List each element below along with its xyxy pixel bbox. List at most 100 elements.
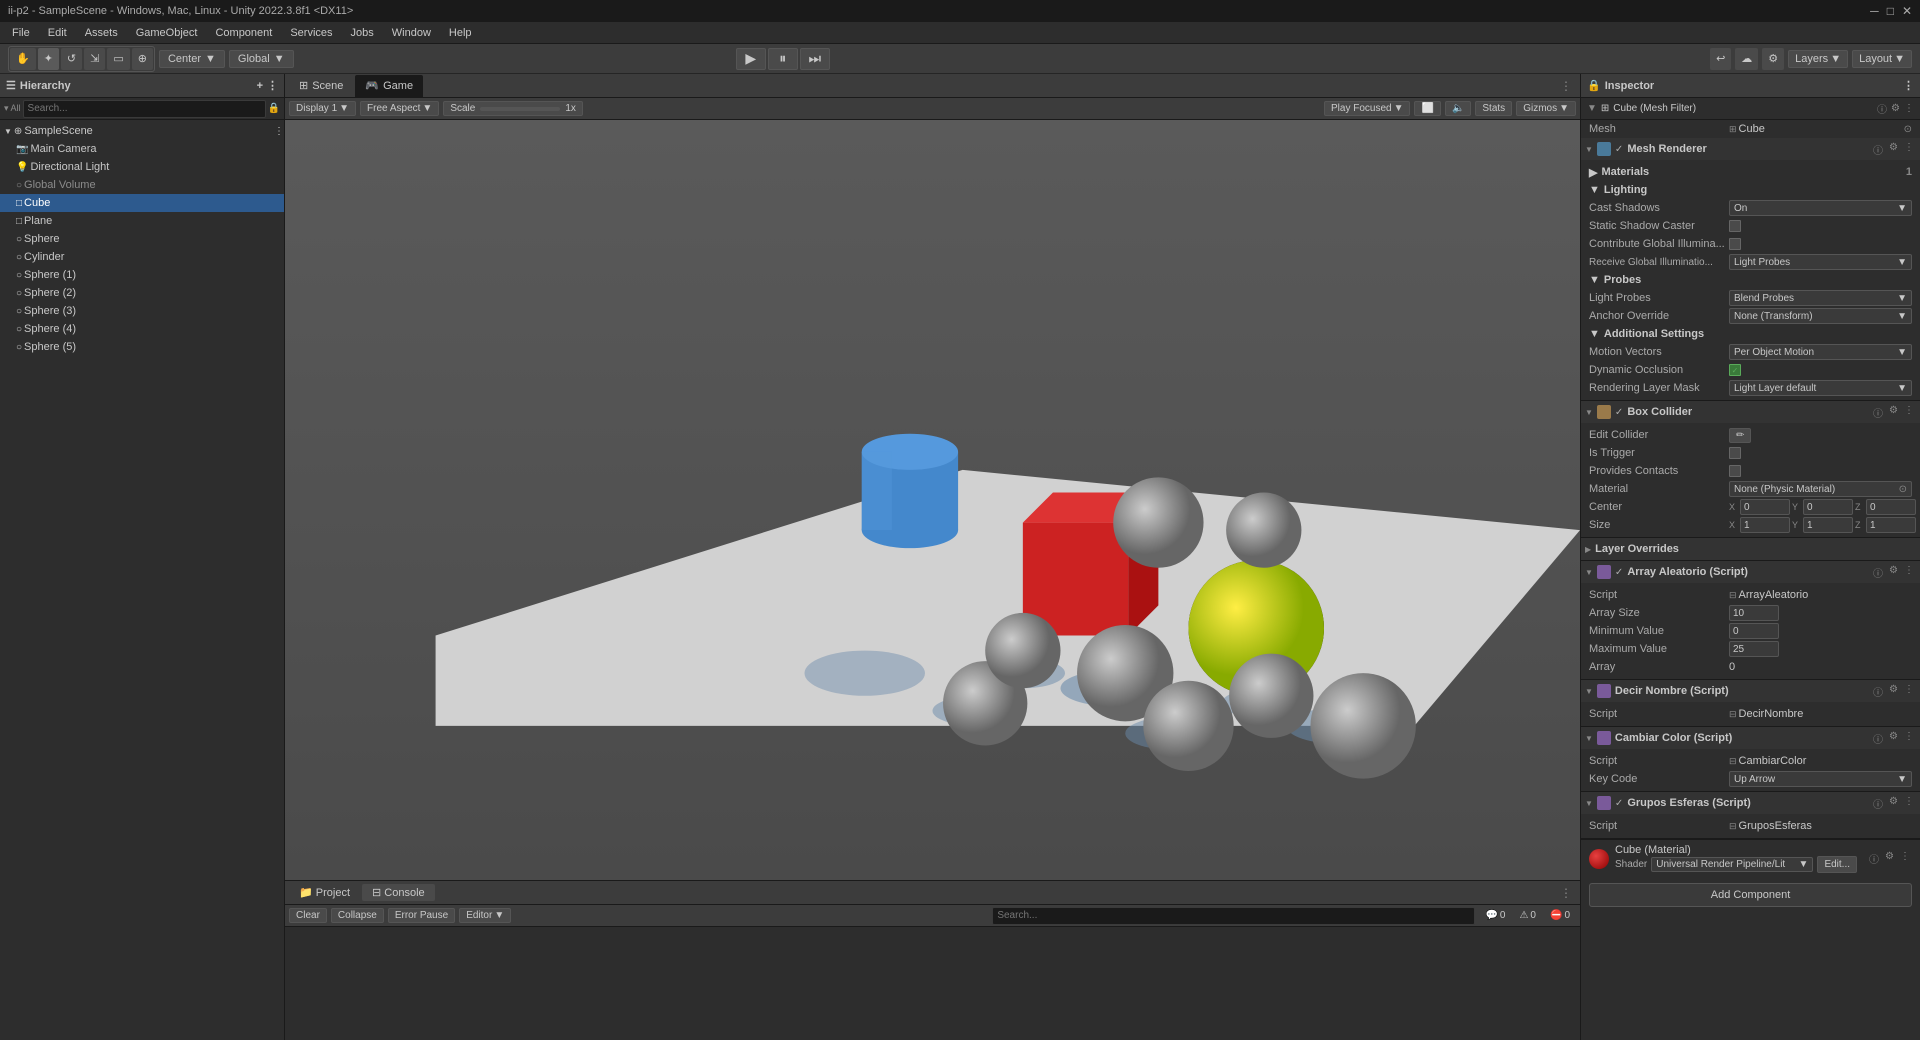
is-trigger-checkbox[interactable] (1729, 447, 1741, 459)
receive-gi-dropdown[interactable]: Light Probes ▼ (1729, 254, 1912, 270)
multi-tool[interactable]: ⊕ (132, 48, 153, 70)
cambiar-color-info-btn[interactable]: ⓘ (1871, 731, 1885, 746)
hierarchy-item-cylinder[interactable]: ○ Cylinder (0, 248, 284, 266)
key-code-dropdown[interactable]: Up Arrow ▼ (1729, 771, 1912, 787)
hierarchy-item-global-volume[interactable]: ○ Global Volume (0, 176, 284, 194)
motion-vectors-dropdown[interactable]: Per Object Motion ▼ (1729, 344, 1912, 360)
mesh-filter-more-icon[interactable]: ⋮ (1904, 103, 1914, 114)
mesh-renderer-header[interactable]: ▼ ✓ Mesh Renderer ⓘ ⚙ ⋮ (1581, 138, 1920, 160)
probes-section[interactable]: ▼ Probes (1581, 271, 1920, 289)
cambiar-color-settings-btn[interactable]: ⚙ (1887, 731, 1900, 746)
menu-help[interactable]: Help (441, 25, 480, 41)
mesh-renderer-settings-btn[interactable]: ⚙ (1887, 142, 1900, 157)
cloud-btn[interactable]: ☁ (1735, 48, 1758, 70)
hierarchy-item-main-camera[interactable]: 📷 Main Camera (0, 140, 284, 158)
warning-count[interactable]: ⚠ 0 (1513, 909, 1542, 922)
box-collider-info-btn[interactable]: ⓘ (1871, 405, 1885, 420)
material-info-btn[interactable]: ⓘ (1867, 851, 1881, 866)
hierarchy-item-sphere-5[interactable]: ○ Sphere (5) (0, 338, 284, 356)
hierarchy-item-sphere-4[interactable]: ○ Sphere (4) (0, 320, 284, 338)
maximize-btn[interactable]: □ (1887, 4, 1894, 18)
box-collider-more-btn[interactable]: ⋮ (1902, 405, 1916, 420)
array-script-info-btn[interactable]: ⓘ (1871, 565, 1885, 580)
mesh-renderer-more-btn[interactable]: ⋮ (1902, 142, 1916, 157)
grupos-esferas-settings-btn[interactable]: ⚙ (1887, 796, 1900, 811)
size-z-field[interactable]: 1 (1866, 517, 1916, 533)
contribute-gi-checkbox[interactable] (1729, 238, 1741, 250)
close-btn[interactable]: ✕ (1902, 4, 1912, 18)
menu-assets[interactable]: Assets (77, 25, 126, 41)
hierarchy-item-sphere-2[interactable]: ○ Sphere (2) (0, 284, 284, 302)
aspect-dropdown[interactable]: Free Aspect ▼ (360, 101, 439, 116)
grupos-esferas-more-btn[interactable]: ⋮ (1902, 796, 1916, 811)
play-focused-dropdown[interactable]: Play Focused ▼ (1324, 101, 1411, 116)
scene-more-icon[interactable]: ⋮ (274, 126, 284, 137)
console-more-icon[interactable]: ⋮ (1556, 886, 1576, 900)
add-component-button[interactable]: Add Component (1589, 883, 1912, 907)
menu-component[interactable]: Component (207, 25, 280, 41)
editor-dropdown[interactable]: Editor ▼ (459, 908, 511, 923)
clear-button[interactable]: Clear (289, 908, 327, 923)
anchor-override-dropdown[interactable]: None (Transform) ▼ (1729, 308, 1912, 324)
menu-window[interactable]: Window (384, 25, 439, 41)
menu-services[interactable]: Services (282, 25, 340, 41)
view-menu-icon[interactable]: ⋮ (1556, 79, 1576, 93)
scale-slider[interactable] (480, 107, 560, 111)
decir-nombre-info-btn[interactable]: ⓘ (1871, 684, 1885, 699)
message-count[interactable]: 💬 0 (1479, 909, 1511, 922)
maximize-on-play-btn[interactable]: ⬜ (1414, 101, 1440, 116)
dynamic-occlusion-checkbox[interactable]: ✓ (1729, 364, 1741, 376)
cambiar-color-header[interactable]: ▼ Cambiar Color (Script) ⓘ ⚙ ⋮ (1581, 727, 1920, 749)
hierarchy-item-plane[interactable]: □ Plane (0, 212, 284, 230)
move-tool[interactable]: ✦ (38, 48, 59, 70)
menu-edit[interactable]: Edit (40, 25, 75, 41)
provides-contacts-checkbox[interactable] (1729, 465, 1741, 477)
menu-jobs[interactable]: Jobs (343, 25, 382, 41)
cambiar-color-more-btn[interactable]: ⋮ (1902, 731, 1916, 746)
menu-gameobject[interactable]: GameObject (128, 25, 206, 41)
edit-collider-btn[interactable]: ✏ (1729, 428, 1751, 443)
box-collider-settings-btn[interactable]: ⚙ (1887, 405, 1900, 420)
decir-nombre-more-btn[interactable]: ⋮ (1902, 684, 1916, 699)
array-script-header[interactable]: ▼ ✓ Array Aleatorio (Script) ⓘ ⚙ ⋮ (1581, 561, 1920, 583)
decir-nombre-header[interactable]: ▼ Decir Nombre (Script) ⓘ ⚙ ⋮ (1581, 680, 1920, 702)
center-z-field[interactable]: 0 (1866, 499, 1916, 515)
grupos-esferas-header[interactable]: ▼ ✓ Grupos Esferas (Script) ⓘ ⚙ ⋮ (1581, 792, 1920, 814)
light-probes-dropdown[interactable]: Blend Probes ▼ (1729, 290, 1912, 306)
hierarchy-lock-icon[interactable]: 🔒 (268, 103, 280, 114)
size-y-field[interactable]: 1 (1803, 517, 1853, 533)
material-settings-btn[interactable]: ⚙ (1883, 851, 1896, 866)
global-toggle[interactable]: Global ▼ (229, 50, 294, 68)
console-search[interactable] (992, 907, 1475, 925)
gizmos-dropdown[interactable]: Gizmos ▼ (1516, 101, 1576, 116)
hierarchy-add-icon[interactable]: + (257, 80, 263, 92)
scale-control[interactable]: Scale 1x (443, 101, 583, 116)
console-tab[interactable]: ⊟ Console (362, 884, 435, 901)
step-button[interactable]: ⏭ (800, 48, 830, 70)
scale-tool[interactable]: ⇲ (84, 48, 105, 70)
hierarchy-item-cube[interactable]: □ Cube (0, 194, 284, 212)
hierarchy-menu-icon[interactable]: ☰ (6, 79, 16, 92)
hierarchy-item-sphere-1[interactable]: ○ Sphere (1) (0, 266, 284, 284)
hierarchy-item-sphere-3[interactable]: ○ Sphere (3) (0, 302, 284, 320)
hierarchy-search[interactable] (23, 100, 266, 118)
menu-file[interactable]: File (4, 25, 38, 41)
hierarchy-item-samplescene[interactable]: ▼ ⊕ SampleScene ⋮ (0, 122, 284, 140)
hand-tool[interactable]: ✋ (10, 48, 36, 70)
decir-nombre-settings-btn[interactable]: ⚙ (1887, 684, 1900, 699)
display-dropdown[interactable]: Display 1 ▼ (289, 101, 356, 116)
undo-history-btn[interactable]: ↩ (1710, 48, 1731, 70)
layers-dropdown[interactable]: Layers ▼ (1788, 50, 1848, 68)
lighting-section[interactable]: ▼ Lighting (1581, 181, 1920, 199)
size-x-field[interactable]: 1 (1740, 517, 1790, 533)
error-count[interactable]: ⛔ 0 (1544, 909, 1576, 922)
rendering-layer-dropdown[interactable]: Light Layer default ▼ (1729, 380, 1912, 396)
grupos-esferas-info-btn[interactable]: ⓘ (1871, 796, 1885, 811)
settings-btn[interactable]: ⚙ (1762, 48, 1784, 70)
box-collider-header[interactable]: ▼ ✓ Box Collider ⓘ ⚙ ⋮ (1581, 401, 1920, 423)
material-more-btn[interactable]: ⋮ (1898, 851, 1912, 866)
rect-tool[interactable]: ▭ (107, 48, 129, 70)
minimize-btn[interactable]: ─ (1870, 4, 1879, 18)
pivot-toggle[interactable]: Center ▼ (159, 50, 225, 68)
materials-section[interactable]: ▶ Materials 1 (1581, 163, 1920, 181)
